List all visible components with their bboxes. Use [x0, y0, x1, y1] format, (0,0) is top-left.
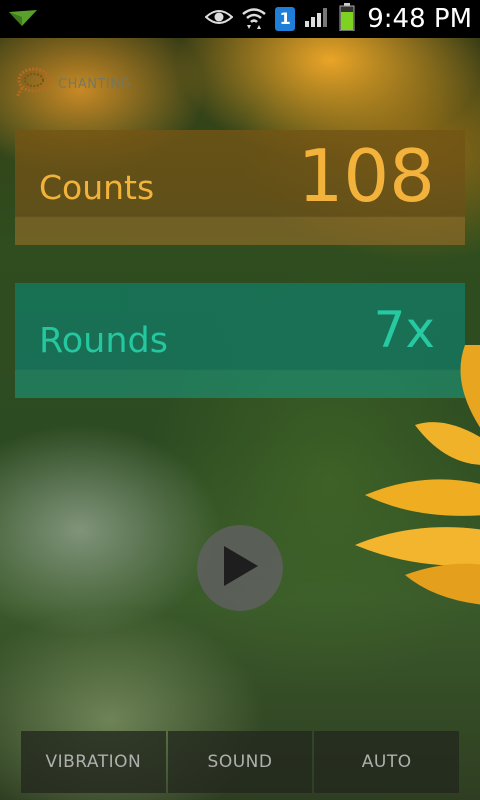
play-icon — [220, 544, 260, 592]
sound-button[interactable]: SOUND — [167, 731, 313, 793]
app-screen: 1 9:48 PM CHANTING Counts 108 Rounds 7x … — [0, 0, 480, 800]
sim-icon: 1 — [275, 7, 296, 31]
counts-value: 108 — [297, 134, 435, 218]
counts-panel[interactable]: Counts 108 — [15, 130, 465, 245]
auto-button[interactable]: AUTO — [314, 731, 460, 793]
status-bar: 1 9:48 PM — [0, 0, 480, 38]
status-time: 9:48 PM — [367, 4, 472, 34]
eye-icon — [204, 8, 234, 30]
rounds-label: Rounds — [39, 321, 168, 361]
mala-beads-icon — [14, 64, 54, 104]
signal-icon — [303, 5, 331, 33]
battery-icon — [339, 3, 355, 35]
app-header: CHANTING — [14, 64, 131, 104]
counts-label: Counts — [39, 168, 155, 207]
app-notification-icon — [8, 8, 38, 32]
vibration-button[interactable]: VIBRATION — [21, 731, 166, 793]
play-button[interactable] — [197, 525, 283, 611]
flower-petals-decoration — [355, 345, 480, 605]
wifi-icon — [241, 5, 267, 33]
app-title: CHANTING — [58, 76, 132, 92]
bottom-mode-bar: VIBRATION SOUND AUTO — [21, 731, 460, 793]
